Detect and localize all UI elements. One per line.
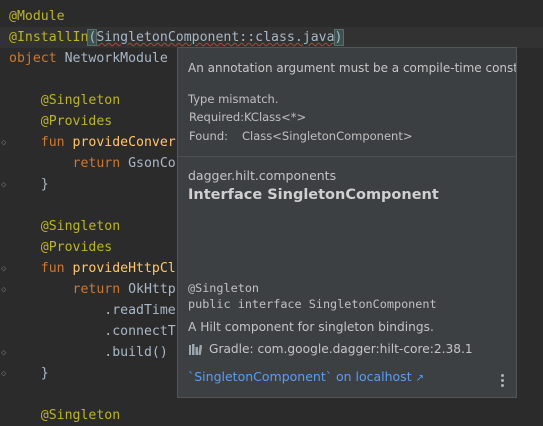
code-token: provideHttpCl [72, 261, 176, 276]
code-token: @Module [9, 9, 65, 24]
required-label: Required: [189, 110, 245, 124]
code-line[interactable]: } [9, 363, 49, 384]
code-line[interactable]: @Provides [9, 111, 112, 132]
code-line[interactable]: @Singleton [9, 405, 120, 426]
code-token: provideConver [72, 135, 176, 150]
code-token: SingletonComponent::class.java [96, 30, 335, 45]
doc-description: A Hilt component for singleton bindings. [188, 320, 434, 334]
quick-documentation-popup[interactable]: An annotation argument must be a compile… [177, 47, 517, 398]
code-token: .build() [9, 345, 168, 360]
code-token: GsonCo [128, 156, 176, 171]
code-token: @Singleton [9, 93, 121, 108]
library-icon [189, 344, 202, 355]
code-line[interactable]: @Module [9, 6, 65, 27]
code-token: fun [9, 261, 73, 276]
type-mismatch-label: Type mismatch. [188, 92, 279, 106]
code-line[interactable]: return OkHttp [9, 279, 176, 300]
code-line[interactable]: @Singleton [9, 90, 120, 111]
signature-annotation: @Singleton [188, 281, 260, 295]
error-message: An annotation argument must be a compile… [188, 61, 517, 75]
error-section: An annotation argument must be a compile… [178, 48, 516, 156]
code-line[interactable]: .build() [9, 342, 168, 363]
code-line[interactable]: @Provides [9, 237, 112, 258]
code-token: ) [333, 29, 344, 46]
code-token: @Provides [9, 114, 113, 129]
link-label[interactable]: `SingletonComponent` on localhost [188, 369, 412, 384]
code-line[interactable]: } [9, 174, 49, 195]
fold-end-icon[interactable]: ◇ [1, 348, 6, 358]
fold-end-icon[interactable]: ◇ [1, 180, 6, 190]
code-token: } [9, 366, 49, 381]
doc-title: Interface SingletonComponent [188, 187, 439, 203]
code-line[interactable]: @InstallIn(SingletonComponent::class.jav… [9, 27, 344, 48]
fold-start-icon[interactable]: ◇ [1, 264, 6, 274]
found-label: Found: [189, 129, 228, 143]
code-token: @Provides [9, 240, 113, 255]
code-token: fun [9, 135, 73, 150]
external-doc-link[interactable]: `SingletonComponent` on localhost ↗ [188, 369, 424, 384]
code-token: NetworkModule [64, 51, 168, 66]
code-token: .connectT [9, 324, 176, 339]
code-line[interactable]: @Singleton [9, 216, 120, 237]
required-value: KClass<*> [244, 110, 307, 124]
code-token: } [9, 177, 49, 192]
fold-start-icon[interactable]: ◇ [1, 138, 6, 148]
code-line[interactable]: fun provideHttpCl [9, 258, 176, 279]
code-token: object [9, 51, 65, 66]
found-value: Class<SingletonComponent> [242, 129, 413, 143]
signature-declaration: public interface SingletonComponent [188, 297, 437, 311]
text-caret [342, 29, 344, 45]
code-token: OkHttp [128, 282, 176, 297]
code-token: @Singleton [9, 219, 121, 234]
package-name: dagger.hilt.components [188, 168, 337, 183]
code-token: @InstallIn [9, 30, 89, 45]
code-line[interactable]: .connectT [9, 321, 176, 342]
code-token: .readTime [9, 303, 176, 318]
code-line[interactable]: .readTime [9, 300, 176, 321]
code-token: @Singleton [9, 408, 121, 423]
code-token: return [9, 156, 129, 171]
documentation-section: dagger.hilt.components Interface Singlet… [178, 157, 516, 397]
fold-end-icon[interactable]: ◇ [1, 369, 6, 379]
gradle-dependency: Gradle: com.google.dagger:hilt-core:2.38… [209, 342, 473, 356]
code-line[interactable]: fun provideConver [9, 132, 176, 153]
code-token: return [9, 282, 129, 297]
code-line[interactable]: object NetworkModule [9, 48, 168, 69]
external-link-icon: ↗ [415, 373, 424, 384]
fold-start-icon[interactable]: ◇ [1, 285, 6, 295]
code-line[interactable]: return GsonCo [9, 153, 176, 174]
more-vertical-icon[interactable] [501, 374, 505, 390]
